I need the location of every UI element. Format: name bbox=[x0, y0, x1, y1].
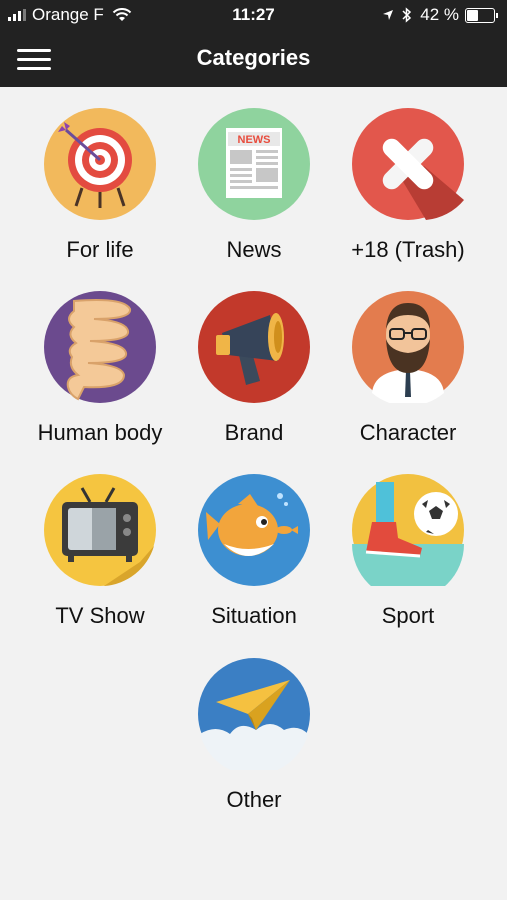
navigation-bar: Categories bbox=[0, 30, 507, 87]
status-bar: Orange F 11:27 42 % bbox=[0, 0, 507, 30]
category-label: Sport bbox=[381, 603, 435, 628]
soccer-icon bbox=[352, 474, 464, 586]
category-character[interactable]: Character bbox=[328, 270, 488, 450]
category-other[interactable]: Other bbox=[174, 637, 334, 817]
category-label: Character bbox=[359, 420, 457, 445]
newspaper-icon: NEWS bbox=[198, 108, 310, 220]
television-icon bbox=[44, 474, 156, 586]
category-label: Situation bbox=[211, 603, 297, 628]
category-label: For life bbox=[66, 237, 134, 262]
category-brand[interactable]: Brand bbox=[174, 270, 334, 450]
category-label: Other bbox=[226, 787, 282, 812]
battery-percent: 42 % bbox=[420, 5, 459, 24]
category-label: TV Show bbox=[55, 603, 145, 628]
category-label: +18 (Trash) bbox=[351, 237, 465, 262]
category-trash[interactable]: +18 (Trash) bbox=[328, 87, 488, 267]
cross-icon bbox=[352, 108, 464, 220]
category-situation[interactable]: Situation bbox=[174, 453, 334, 633]
page-title: Categories bbox=[196, 45, 311, 70]
category-label: Human body bbox=[37, 420, 163, 445]
target-icon bbox=[44, 108, 156, 220]
category-label: Brand bbox=[224, 420, 284, 445]
bluetooth-icon bbox=[402, 7, 412, 23]
category-sport[interactable]: Sport bbox=[328, 453, 488, 633]
category-news[interactable]: NEWS News bbox=[174, 87, 334, 267]
intestine-icon bbox=[44, 291, 156, 403]
category-human-body[interactable]: Human body bbox=[20, 270, 180, 450]
battery-icon bbox=[465, 7, 498, 23]
bearded-man-icon bbox=[352, 291, 464, 403]
category-tv-show[interactable]: TV Show bbox=[20, 453, 180, 633]
category-grid: For life NEWS News +18 (Trash) Human bod… bbox=[0, 87, 507, 900]
megaphone-icon bbox=[198, 291, 310, 403]
paper-plane-icon bbox=[198, 658, 310, 770]
location-icon bbox=[383, 10, 394, 20]
category-label: News bbox=[226, 237, 282, 262]
category-for-life[interactable]: For life bbox=[20, 87, 180, 267]
svg-text:NEWS: NEWS bbox=[238, 134, 271, 146]
fish-icon bbox=[198, 474, 310, 586]
